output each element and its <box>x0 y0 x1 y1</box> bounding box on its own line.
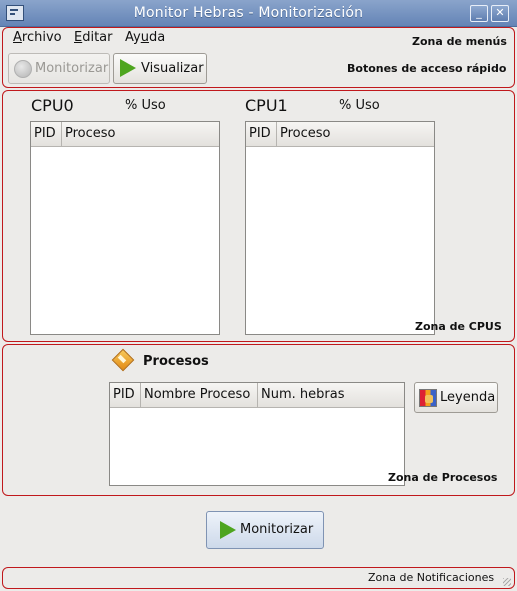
menu-archivo[interactable]: Archivo <box>13 30 62 45</box>
column-header-proceso[interactable]: Proceso <box>62 122 219 146</box>
cpu0-usage: % Uso <box>125 98 166 113</box>
column-header-num-hebras[interactable]: Num. hebras <box>258 383 404 407</box>
cpu1-table[interactable]: PID Proceso <box>245 121 435 335</box>
play-icon <box>220 521 236 539</box>
processes-table[interactable]: PID Nombre Proceso Num. hebras <box>109 382 405 486</box>
cpu0-table[interactable]: PID Proceso <box>30 121 220 335</box>
column-header-nombre-proceso[interactable]: Nombre Proceso <box>141 383 258 407</box>
cpu0-table-header: PID Proceso <box>31 122 219 147</box>
column-header-proceso[interactable]: Proceso <box>277 122 434 146</box>
cpu1-title: CPU1 <box>245 96 288 115</box>
menu-editar-label: ditar <box>82 30 113 45</box>
cpu0-title: CPU0 <box>31 96 74 115</box>
column-header-pid[interactable]: PID <box>246 122 277 146</box>
process-zone-label: Zona de Procesos <box>388 471 498 484</box>
notification-zone-label: Zona de Notificaciones <box>368 571 495 584</box>
menu-zone-label: Zona de menús <box>412 35 507 48</box>
toolbar-monitorizar-button[interactable]: Monitorizar <box>8 53 110 84</box>
cpu1-table-header: PID Proceso <box>246 122 434 147</box>
legend-button-label: Leyenda <box>440 390 496 405</box>
column-header-pid[interactable]: PID <box>31 122 62 146</box>
play-icon <box>120 59 136 77</box>
window-title: Monitor Hebras - Monitorización <box>133 5 364 21</box>
legend-icon <box>419 389 437 407</box>
resize-grip[interactable] <box>503 578 511 586</box>
cpu1-usage: % Uso <box>339 98 380 113</box>
menu-ayuda-label: Ayuda <box>125 30 166 45</box>
column-header-pid[interactable]: PID <box>110 383 141 407</box>
toolbar-zone-label: Botones de acceso rápido <box>347 62 507 75</box>
processes-title: Procesos <box>143 354 209 369</box>
menu-ayuda[interactable]: Ayuda <box>125 30 165 45</box>
menu-archivo-label: rchivo <box>21 30 62 45</box>
title-bar[interactable]: Monitor Hebras - Monitorización _ ✕ <box>0 0 517 27</box>
processes-table-header: PID Nombre Proceso Num. hebras <box>110 383 404 408</box>
menu-editar[interactable]: Editar <box>74 30 113 45</box>
toolbar-visualizar-label: Visualizar <box>141 61 204 76</box>
close-button[interactable]: ✕ <box>491 5 509 22</box>
toolbar-visualizar-button[interactable]: Visualizar <box>113 53 207 84</box>
app-window: Monitor Hebras - Monitorización _ ✕ Arch… <box>0 0 517 591</box>
circle-icon <box>14 60 32 78</box>
minimize-button[interactable]: _ <box>470 5 488 22</box>
toolbar-monitorizar-label: Monitorizar <box>35 61 109 76</box>
legend-button[interactable]: Leyenda <box>414 382 498 413</box>
monitorizar-button[interactable]: Monitorizar <box>206 511 324 549</box>
monitorizar-button-label: Monitorizar <box>240 522 314 537</box>
cpu-zone-label: Zona de CPUS <box>415 320 502 333</box>
